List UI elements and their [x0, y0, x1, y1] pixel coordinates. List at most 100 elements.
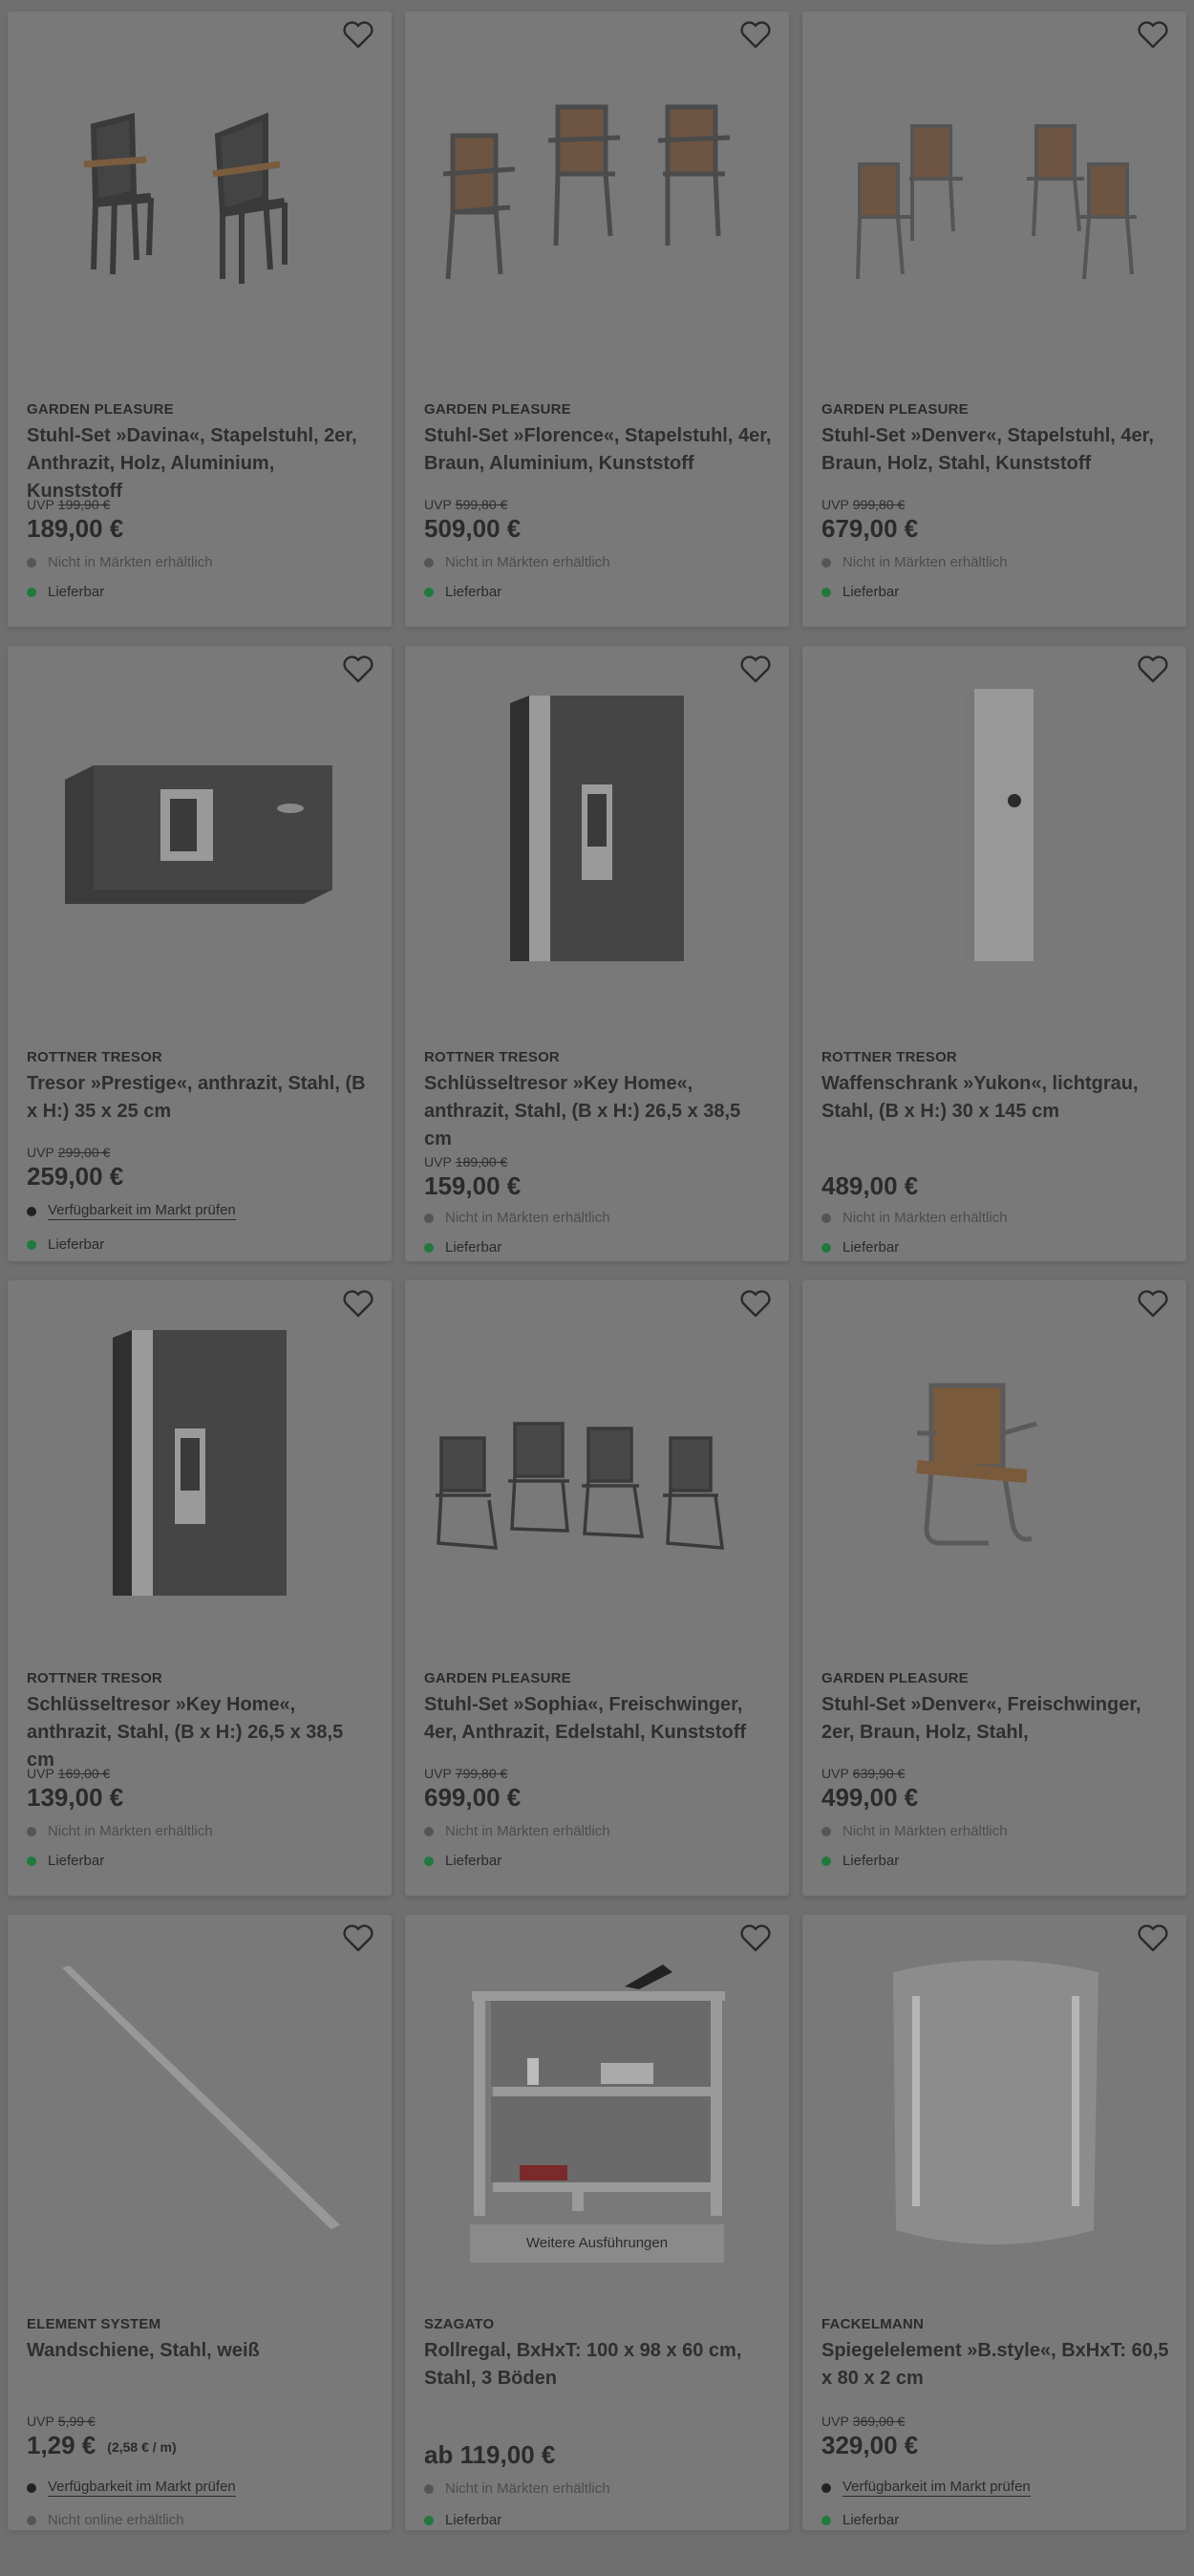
delivery-availability: Lieferbar [27, 1236, 104, 1253]
product-title[interactable]: Rollregal, BxHxT: 100 x 98 x 60 cm, Stah… [424, 2337, 772, 2393]
product-title[interactable]: Stuhl-Set »Sophia«, Freischwinger, 4er, … [424, 1691, 772, 1747]
brand-label: ROTTNER TRESOR [27, 1049, 162, 1065]
current-price: 259,00 € [27, 1162, 124, 1191]
store-availability: Nicht in Märkten erhältlich [424, 2480, 610, 2497]
brand-label: GARDEN PLEASURE [424, 1670, 571, 1686]
current-price: 159,00 € [424, 1171, 522, 1200]
product-image[interactable] [424, 1309, 770, 1634]
status-dot-icon [424, 1856, 434, 1866]
brand-label: ROTTNER TRESOR [424, 1049, 560, 1065]
product-card[interactable]: Weitere Ausführungen SZAGATO Rollregal, … [405, 1915, 789, 2530]
status-dot-icon [424, 587, 434, 597]
status-dot-icon [821, 557, 831, 568]
brand-label: ELEMENT SYSTEM [27, 2316, 161, 2332]
store-availability: Nicht in Märkten erhältlich [821, 554, 1008, 570]
product-image[interactable] [821, 1309, 1167, 1634]
product-image[interactable] [27, 1309, 373, 1634]
product-title[interactable]: Stuhl-Set »Denver«, Stapelstuhl, 4er, Br… [821, 422, 1169, 478]
product-image[interactable] [424, 40, 770, 365]
more-variants-button[interactable]: Weitere Ausführungen [470, 2224, 724, 2263]
status-dot-icon [424, 1826, 434, 1836]
product-title[interactable]: Tresor »Prestige«, anthrazit, Stahl, (B … [27, 1070, 374, 1126]
current-price: 679,00 € [821, 514, 919, 543]
uvp-price: UVP 189,00 € [424, 1154, 508, 1170]
current-price: 509,00 € [424, 514, 522, 543]
product-title[interactable]: Schlüsseltresor »Key Home«, anthrazit, S… [27, 1691, 374, 1774]
product-card[interactable]: ELEMENT SYSTEM Wandschiene, Stahl, weiß … [8, 1915, 392, 2530]
current-price: 329,00 € [821, 2431, 919, 2459]
product-image[interactable] [27, 675, 373, 999]
current-price: 489,00 € [821, 1171, 919, 1200]
current-price: 1,29 € (2,58 € / m) [27, 2431, 177, 2459]
status-dot-icon [424, 1242, 434, 1253]
store-availability: Nicht in Märkten erhältlich [821, 1210, 1008, 1226]
product-card[interactable]: FACKELMANN Spiegelelement »B.style«, BxH… [802, 1915, 1186, 2530]
product-card[interactable]: GARDEN PLEASURE Stuhl-Set »Denver«, Frei… [802, 1280, 1186, 1896]
current-price: 699,00 € [424, 1783, 522, 1812]
store-availability: Nicht in Märkten erhältlich [424, 1210, 610, 1226]
uvp-price: UVP 299,00 € [27, 1145, 111, 1160]
delivery-availability: Lieferbar [424, 584, 501, 600]
product-title[interactable]: Waffenschrank »Yukon«, lichtgrau, Stahl,… [821, 1070, 1169, 1126]
uvp-price: UVP 199,90 € [27, 497, 111, 512]
delivery-availability: Lieferbar [821, 1853, 899, 1869]
status-dot-icon [424, 2483, 434, 2494]
store-availability[interactable]: Verfügbarkeit im Markt prüfen [27, 1202, 236, 1220]
delivery-availability: Lieferbar [821, 584, 899, 600]
uvp-price: UVP 599,80 € [424, 497, 508, 512]
store-availability: Nicht in Märkten erhältlich [424, 554, 610, 570]
status-dot-icon [821, 1856, 831, 1866]
product-image[interactable] [821, 675, 1167, 999]
store-availability: Nicht in Märkten erhältlich [821, 1823, 1008, 1839]
status-dot-icon [424, 1213, 434, 1223]
product-card[interactable]: ROTTNER TRESOR Waffenschrank »Yukon«, li… [802, 646, 1186, 1261]
product-image[interactable] [821, 1943, 1167, 2268]
product-image[interactable] [424, 675, 770, 999]
product-image[interactable]: Weitere Ausführungen [424, 1943, 770, 2268]
store-availability: Nicht in Märkten erhältlich [27, 554, 213, 570]
status-dot-icon [27, 2482, 36, 2493]
product-card[interactable]: GARDEN PLEASURE Stuhl-Set »Florence«, St… [405, 11, 789, 627]
status-dot-icon [821, 1242, 831, 1253]
brand-label: GARDEN PLEASURE [424, 401, 571, 418]
uvp-price: UVP 639,90 € [821, 1766, 906, 1781]
status-dot-icon [821, 2515, 831, 2525]
store-availability[interactable]: Verfügbarkeit im Markt prüfen [27, 2479, 236, 2497]
status-dot-icon [27, 1826, 36, 1836]
brand-label: SZAGATO [424, 2316, 495, 2332]
product-title[interactable]: Stuhl-Set »Denver«, Freischwinger, 2er, … [821, 1691, 1169, 1747]
product-card[interactable]: ROTTNER TRESOR Schlüsseltresor »Key Home… [405, 646, 789, 1261]
brand-label: GARDEN PLEASURE [27, 401, 174, 418]
status-dot-icon [821, 1826, 831, 1836]
brand-label: ROTTNER TRESOR [27, 1670, 162, 1686]
product-title[interactable]: Spiegelelement »B.style«, BxHxT: 60,5 x … [821, 2337, 1169, 2393]
product-card[interactable]: GARDEN PLEASURE Stuhl-Set »Davina«, Stap… [8, 11, 392, 627]
product-card[interactable]: ROTTNER TRESOR Schlüsseltresor »Key Home… [8, 1280, 392, 1896]
delivery-availability: Lieferbar [27, 1853, 104, 1869]
product-card[interactable]: GARDEN PLEASURE Stuhl-Set »Denver«, Stap… [802, 11, 1186, 627]
product-image[interactable] [27, 40, 373, 365]
product-title[interactable]: Stuhl-Set »Davina«, Stapelstuhl, 2er, An… [27, 422, 374, 505]
store-availability[interactable]: Verfügbarkeit im Markt prüfen [821, 2479, 1031, 2497]
brand-label: GARDEN PLEASURE [821, 1670, 969, 1686]
status-dot-icon [821, 587, 831, 597]
product-card[interactable]: ROTTNER TRESOR Tresor »Prestige«, anthra… [8, 646, 392, 1261]
uvp-price: UVP 169,00 € [27, 1766, 111, 1781]
product-title[interactable]: Stuhl-Set »Florence«, Stapelstuhl, 4er, … [424, 422, 772, 478]
current-price: 139,00 € [27, 1783, 124, 1812]
product-title[interactable]: Schlüsseltresor »Key Home«, anthrazit, S… [424, 1070, 772, 1153]
delivery-availability: Lieferbar [821, 1239, 899, 1256]
status-dot-icon [821, 1213, 831, 1223]
product-card[interactable]: GARDEN PLEASURE Stuhl-Set »Sophia«, Frei… [405, 1280, 789, 1896]
brand-label: FACKELMANN [821, 2316, 924, 2332]
current-price: 499,00 € [821, 1783, 919, 1812]
uvp-price: UVP 5,99 € [27, 2414, 96, 2429]
delivery-availability: Nicht online erhältlich [27, 2512, 184, 2528]
current-price: 189,00 € [27, 514, 124, 543]
status-dot-icon [27, 1239, 36, 1250]
product-image[interactable] [27, 1943, 373, 2268]
unit-price: (2,58 € / m) [107, 2439, 177, 2456]
product-title[interactable]: Wandschiene, Stahl, weiß [27, 2337, 374, 2365]
store-availability: Nicht in Märkten erhältlich [424, 1823, 610, 1839]
product-image[interactable] [821, 40, 1167, 365]
